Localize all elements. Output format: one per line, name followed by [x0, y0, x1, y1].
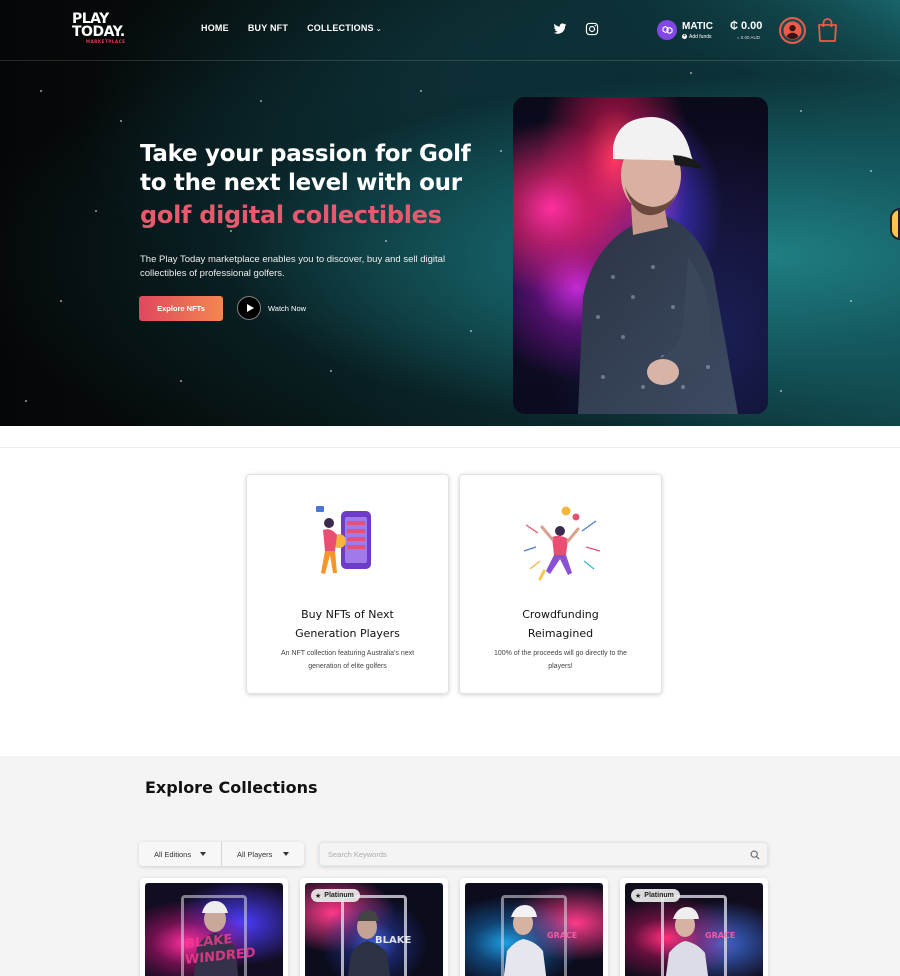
- shopping-bag-icon[interactable]: [817, 17, 838, 43]
- explore-nfts-button[interactable]: Explore NFTs: [139, 296, 223, 321]
- watch-now-button[interactable]: Watch Now: [237, 296, 306, 320]
- side-widget-tab[interactable]: [890, 208, 900, 240]
- nft-card[interactable]: BLAKE WINDRED: [140, 878, 288, 976]
- editions-filter-label: All Editions: [154, 849, 192, 859]
- user-icon: [783, 21, 802, 40]
- play-icon: [237, 296, 261, 320]
- nav-collections[interactable]: COLLECTIONS ⌄: [307, 23, 382, 33]
- star-icon: ★: [635, 892, 642, 900]
- watch-now-label: Watch Now: [268, 303, 307, 313]
- user-avatar-button[interactable]: [779, 17, 806, 44]
- logo-line2: TODAY.: [72, 24, 125, 40]
- golfer-figure: [578, 117, 738, 414]
- hero-section: PLAY TODAY. MARKETPLACE HOME BUY NFT COL…: [0, 0, 900, 426]
- nft-name-art: GRACE: [705, 931, 736, 940]
- phone-shopping-illustration: [315, 506, 371, 574]
- hero-subtitle: The Play Today marketplace enables you t…: [140, 254, 446, 279]
- celebration-illustration: [523, 506, 600, 581]
- wallet-currency: MATIC: [682, 20, 713, 32]
- badge-label: Platinum: [324, 892, 354, 899]
- nft-card[interactable]: ★ Platinum GRACE: [620, 878, 768, 976]
- nft-image: GRACE: [465, 883, 603, 976]
- feature-description: 100% of the proceeds will go directly to…: [493, 650, 628, 670]
- caret-down-icon: [200, 852, 206, 856]
- platinum-badge: ★ Platinum: [311, 889, 360, 902]
- nft-name-art: GRACE: [547, 931, 578, 940]
- wallet-balance: ₵ 0.00 = 0.00 AUD: [730, 20, 763, 40]
- social-links: [553, 22, 599, 36]
- star-icon: ★: [315, 892, 322, 900]
- search-icon[interactable]: [750, 850, 760, 860]
- players-filter-label: All Players: [237, 849, 273, 859]
- nft-name-art: BLAKE: [375, 935, 412, 946]
- hero-player-image: [513, 97, 768, 414]
- instagram-icon[interactable]: [585, 22, 599, 36]
- nft-card[interactable]: ★ Platinum BLAKE: [300, 878, 448, 976]
- add-funds-label: Add funds: [689, 33, 712, 40]
- nav-buy-nft[interactable]: BUY NFT: [248, 23, 288, 33]
- badge-label: Platinum: [644, 892, 674, 899]
- feature-description: An NFT collection featuring Australia's …: [280, 650, 415, 670]
- main-menu: HOME BUY NFT COLLECTIONS ⌄: [201, 23, 401, 33]
- plus-icon: +: [682, 33, 687, 39]
- hero-title-accent: golf digital collectibles: [140, 201, 442, 229]
- nft-image: ★ Platinum BLAKE: [305, 883, 443, 976]
- add-funds-link[interactable]: + Add funds: [682, 34, 713, 40]
- section-divider: [0, 447, 900, 448]
- nav-home[interactable]: HOME: [201, 23, 229, 33]
- filter-group: All Editions All Players: [139, 842, 304, 866]
- polygon-matic-icon: [657, 20, 677, 40]
- twitter-icon[interactable]: [553, 22, 567, 36]
- players-filter-select[interactable]: All Players: [221, 842, 304, 866]
- collections-section: Explore Collections All Editions All Pla…: [0, 756, 900, 976]
- chevron-down-icon: ⌄: [375, 26, 382, 33]
- platinum-badge: ★ Platinum: [631, 889, 680, 902]
- matic-wallet[interactable]: MATIC + Add funds: [657, 20, 713, 40]
- editions-filter-select[interactable]: All Editions: [139, 842, 221, 866]
- nft-image: ★ Platinum GRACE: [625, 883, 763, 976]
- search-input[interactable]: [328, 846, 728, 863]
- feature-card-crowdfunding: Crowdfunding Reimagined 100% of the proc…: [459, 474, 662, 694]
- nft-card[interactable]: GRACE: [460, 878, 608, 976]
- nav-collections-label: COLLECTIONS: [307, 23, 374, 33]
- caret-down-icon: [283, 852, 289, 856]
- feature-card-buy-nfts: Buy NFTs of Next Generation Players An N…: [246, 474, 449, 694]
- top-navigation: PLAY TODAY. MARKETPLACE HOME BUY NFT COL…: [0, 0, 900, 61]
- play-today-logo[interactable]: PLAY TODAY. MARKETPLACE: [72, 12, 126, 44]
- search-bar: [319, 842, 768, 866]
- logo-subtitle: MARKETPLACE: [86, 39, 126, 44]
- feature-title: Buy NFTs of Next Generation Players: [295, 608, 400, 640]
- balance-amount: ₵ 0.00: [730, 20, 763, 32]
- feature-title: Crowdfunding Reimagined: [522, 608, 599, 640]
- nft-image: BLAKE WINDRED: [145, 883, 283, 976]
- balance-fiat: = 0.00 AUD: [736, 35, 760, 40]
- collections-title: Explore Collections: [145, 778, 318, 797]
- hero-title: Take your passion for Golf to the next l…: [140, 141, 471, 196]
